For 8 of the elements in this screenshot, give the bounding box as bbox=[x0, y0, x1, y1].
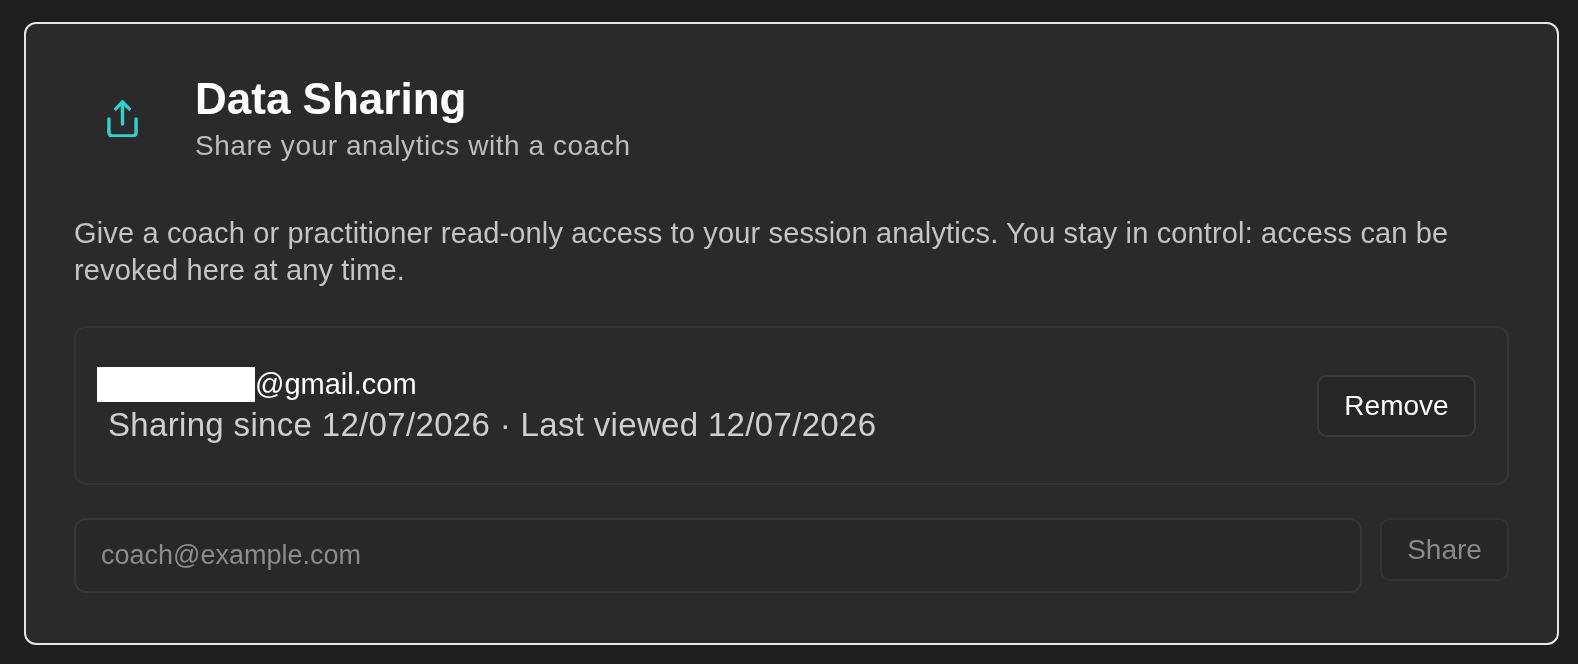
coach-email: @gmail.com bbox=[255, 367, 417, 402]
card-subtitle: Share your analytics with a coach bbox=[195, 129, 631, 163]
card-title: Data Sharing bbox=[195, 73, 468, 125]
share-icon bbox=[106, 99, 138, 137]
email-input[interactable]: coach@example.com bbox=[74, 518, 1362, 593]
sharing-details: Sharing since 12/07/2026 · Last viewed 12/07/2026 bbox=[108, 406, 877, 444]
description-text: Give a coach or practitioner read-only access to your session analytics. You stay in control: access can be revoked here at any time. bbox=[74, 216, 1450, 288]
remove-button[interactable]: Remove bbox=[1317, 374, 1476, 437]
